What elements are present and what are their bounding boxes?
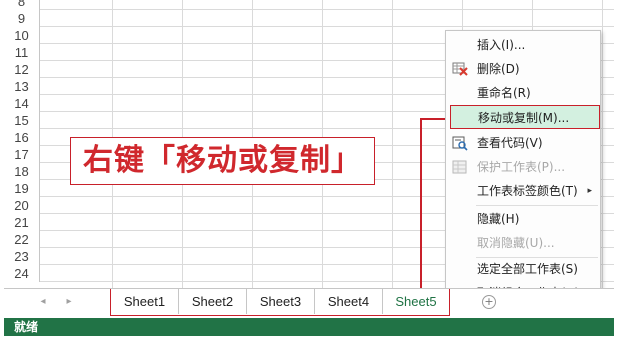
row-header-18[interactable]: 18 — [4, 163, 40, 180]
row-header-20[interactable]: 20 — [4, 197, 40, 214]
sheet-tab[interactable]: Sheet4 — [315, 289, 383, 314]
menu-item-move-or-copy[interactable]: 移动或复制(M)... — [450, 105, 600, 129]
row-header-23[interactable]: 23 — [4, 248, 40, 265]
sheet-tab-active[interactable]: Sheet5 — [383, 289, 449, 314]
row-header-14[interactable]: 14 — [4, 95, 40, 112]
row-header-17[interactable]: 17 — [4, 146, 40, 163]
menu-item-hide[interactable]: 隐藏(H) — [446, 207, 600, 231]
annotation-connector — [420, 118, 422, 290]
menu-item-label: 保护工作表(P)... — [477, 160, 566, 174]
row-header-8[interactable]: 8 — [4, 0, 40, 10]
scroll-tabs-left-icon[interactable]: ◂ — [36, 295, 50, 309]
status-text: 就绪 — [14, 320, 39, 334]
row-header-16[interactable]: 16 — [4, 129, 40, 146]
menu-item-protect-sheet[interactable]: 保护工作表(P)... — [446, 155, 600, 179]
menu-item-label: 隐藏(H) — [477, 212, 520, 226]
delete-sheet-icon — [452, 61, 468, 77]
sheet-tab[interactable]: Sheet2 — [179, 289, 247, 314]
menu-item-label: 工作表标签颜色(T) — [477, 184, 578, 198]
sheet-tab[interactable]: Sheet3 — [247, 289, 315, 314]
row-header-9[interactable]: 9 — [4, 10, 40, 27]
row-header-22[interactable]: 22 — [4, 231, 40, 248]
sheet-tab[interactable]: Sheet1 — [111, 289, 179, 314]
annotation-callout: 右键「移动或复制」 — [70, 137, 375, 185]
grid-row[interactable]: 9 — [4, 10, 614, 27]
add-sheet-icon[interactable]: + — [482, 295, 496, 309]
menu-item-select-all-sheets[interactable]: 选定全部工作表(S) — [446, 257, 600, 281]
menu-item-label: 选定全部工作表(S) — [477, 262, 578, 276]
row-header-11[interactable]: 11 — [4, 44, 40, 61]
menu-item-label: 取消隐藏(U)... — [477, 236, 555, 250]
menu-item-view-code[interactable]: 查看代码(V) — [446, 131, 600, 155]
protect-sheet-icon — [452, 159, 468, 175]
sheet-tabs: Sheet1 Sheet2 Sheet3 Sheet4 Sheet5 — [110, 289, 450, 316]
menu-item-insert[interactable]: 插入(I)... — [446, 33, 600, 57]
menu-item-delete[interactable]: 删除(D) — [446, 57, 600, 81]
annotation-text: 右键「移动或复制」 — [83, 143, 362, 178]
menu-item-label: 插入(I)... — [477, 38, 526, 52]
row-header-15[interactable]: 15 — [4, 112, 40, 129]
scroll-tabs-right-icon[interactable]: ▸ — [62, 295, 76, 309]
row-header-13[interactable]: 13 — [4, 78, 40, 95]
menu-separator — [476, 205, 598, 206]
sheet-context-menu: 插入(I)... 删除(D) 重命名(R) 移动或复制(M)... 查看代码(V… — [445, 30, 601, 310]
menu-item-label: 删除(D) — [477, 62, 520, 76]
row-header-10[interactable]: 10 — [4, 27, 40, 44]
status-bar: 就绪 — [4, 318, 614, 336]
menu-item-label: 移动或复制(M)... — [478, 111, 570, 125]
row-header-19[interactable]: 19 — [4, 180, 40, 197]
row-header-21[interactable]: 21 — [4, 214, 40, 231]
excel-window: 8 9 10 11 12 13 14 15 16 17 18 19 20 21 … — [0, 0, 626, 340]
sheet-tab-bar: ◂ ▸ Sheet1 Sheet2 Sheet3 Sheet4 Sheet5 + — [4, 288, 614, 316]
menu-item-label: 重命名(R) — [477, 86, 531, 100]
menu-item-rename[interactable]: 重命名(R) — [446, 81, 600, 105]
grid-row[interactable]: 8 — [4, 0, 614, 10]
view-code-icon — [452, 135, 468, 151]
submenu-arrow-icon: ▸ — [587, 186, 592, 196]
menu-item-unhide[interactable]: 取消隐藏(U)... — [446, 231, 600, 255]
menu-item-label: 查看代码(V) — [477, 136, 543, 150]
row-header-12[interactable]: 12 — [4, 61, 40, 78]
row-header-24[interactable]: 24 — [4, 265, 40, 282]
menu-item-tab-color[interactable]: 工作表标签颜色(T) ▸ — [446, 179, 600, 203]
